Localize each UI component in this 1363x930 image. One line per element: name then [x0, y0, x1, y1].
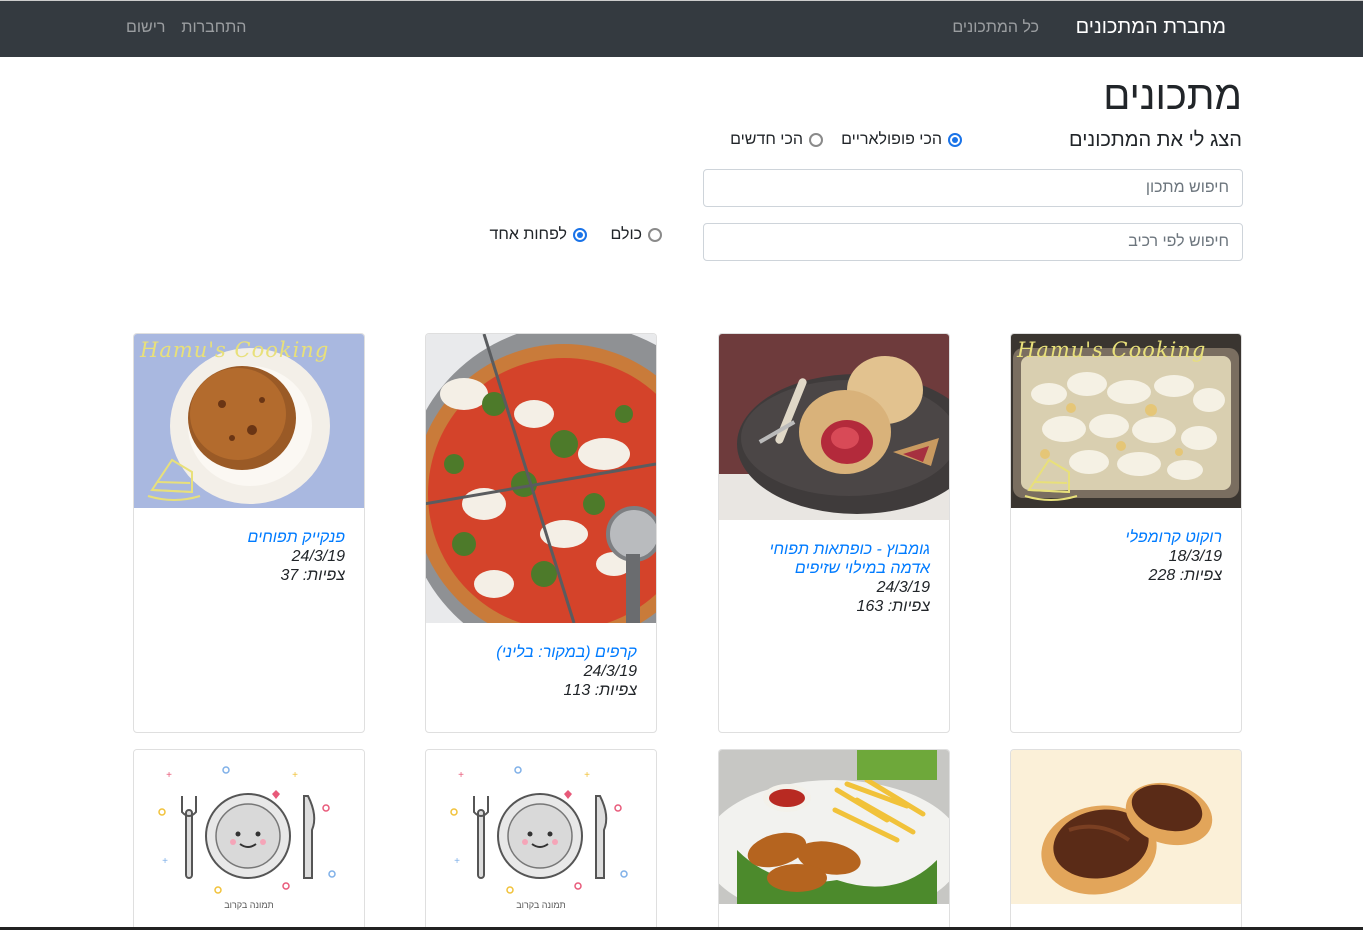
match-any-label: לפחות אחד [489, 226, 567, 243]
auth-links: רישום התחברות [126, 19, 246, 37]
recipe-card-body: גומבוץ - כופתאות תפוחי אדמה במילוי שזיפי… [719, 520, 949, 616]
recipe-card[interactable]: Hamu's Cooking פנקייק תפוחים 24/3/19 צפי… [133, 333, 365, 733]
sort-newest-radio[interactable]: הכי חדשים [730, 131, 823, 149]
recipe-card[interactable]: גומבוץ - כופתאות תפוחי אדמה במילוי שזיפי… [718, 333, 950, 733]
recipe-views: צפיות: 228 [1030, 566, 1222, 585]
recipe-date: 24/3/19 [876, 579, 930, 596]
recipe-card-body: רוקוט קרומפלי 18/3/19 צפיות: 228 [1011, 508, 1241, 585]
radio-unselected-icon[interactable] [809, 133, 823, 147]
recipe-card-body: פנקייק תפוחים 24/3/19 צפיות: 37 [134, 508, 364, 585]
nav-login[interactable]: התחברות [181, 19, 246, 37]
recipe-card[interactable]: + + + תמונה בקרוב [133, 749, 365, 930]
views-label: צפיות: [594, 682, 637, 699]
recipe-card[interactable]: + + + תמונה בקרוב [425, 749, 657, 930]
recipe-card-body: קרפים (במקור: בליני) 24/3/19 צפיות: 113 [426, 623, 656, 700]
views-label: צפיות: [1179, 567, 1222, 584]
radio-selected-icon[interactable] [573, 228, 587, 242]
svg-text:+: + [162, 856, 168, 867]
views-count: 37 [280, 567, 299, 584]
match-all-label: כולם [610, 226, 642, 243]
recipe-card[interactable] [1010, 749, 1242, 930]
brand-link[interactable]: מחברת המתכונים [1076, 16, 1226, 39]
nav-register[interactable]: רישום [126, 19, 165, 37]
recipe-image-apple-pancake[interactable]: Hamu's Cooking [134, 334, 364, 508]
cake-slice-icon [1024, 458, 1078, 501]
views-label: צפיות: [302, 567, 345, 584]
sort-popular-label: הכי פופולאריים [841, 131, 942, 148]
svg-text:+: + [454, 856, 460, 867]
top-navbar: מחברת המתכונים כל המתכונים רישום התחברות [0, 0, 1363, 57]
cake-slice-icon [147, 458, 201, 501]
svg-text:+: + [458, 770, 464, 781]
radio-selected-icon[interactable] [948, 133, 962, 147]
recipe-date: 24/3/19 [583, 663, 637, 680]
views-count: 163 [856, 598, 884, 615]
recipe-title-link[interactable]: רוקוט קרומפלי [1030, 528, 1222, 547]
recipe-views: צפיות: 163 [738, 597, 930, 616]
recipe-image-placeholder[interactable]: + + + תמונה בקרוב [426, 750, 656, 928]
views-label: צפיות: [887, 598, 930, 615]
match-all-radio[interactable]: כולם [610, 226, 662, 244]
recipe-date: 18/3/19 [1168, 548, 1222, 565]
match-any-radio[interactable]: לפחות אחד [489, 226, 587, 244]
svg-text:+: + [166, 770, 172, 781]
recipe-date: 24/3/19 [291, 548, 345, 565]
page-title: מתכונים [1103, 74, 1242, 118]
recipe-image-schnitzel-fries[interactable] [719, 750, 949, 904]
recipe-card[interactable] [718, 749, 950, 930]
recipe-image-pizza[interactable] [426, 334, 656, 623]
image-coming-soon-caption: תמונה בקרוב [224, 900, 274, 910]
recipe-image-placeholder[interactable]: + + + תמונה בקרוב [134, 750, 364, 928]
sort-popular-radio[interactable]: הכי פופולאריים [841, 131, 962, 149]
recipe-title-link[interactable]: גומבוץ - כופתאות תפוחי אדמה במילוי שזיפי… [738, 540, 930, 578]
watermark-text: Hamu's Cooking [1017, 338, 1207, 362]
nav-all-recipes[interactable]: כל המתכונים [952, 19, 1039, 37]
recipe-card[interactable]: Hamu's Cooking רוקוט קרומפלי 18/3/19 צפי… [1010, 333, 1242, 733]
recipe-image-plum-dumplings[interactable] [719, 334, 949, 520]
svg-text:+: + [584, 770, 590, 781]
recipe-image-potato-casserole[interactable]: Hamu's Cooking [1011, 334, 1241, 508]
recipe-views: צפיות: 37 [153, 566, 345, 585]
recipe-views: צפיות: 113 [445, 681, 637, 700]
views-count: 228 [1148, 567, 1176, 584]
sort-label: הצג לי את המתכונים [1069, 129, 1242, 151]
sort-newest-label: הכי חדשים [730, 131, 803, 148]
watermark-text: Hamu's Cooking [140, 338, 330, 362]
recipe-image-chocolate-toast[interactable] [1011, 750, 1241, 904]
radio-unselected-icon[interactable] [648, 228, 662, 242]
recipe-title-link[interactable]: קרפים (במקור: בליני) [445, 643, 637, 662]
search-recipe-input[interactable] [703, 169, 1243, 207]
svg-text:+: + [292, 770, 298, 781]
recipe-title-link[interactable]: פנקייק תפוחים [153, 528, 345, 547]
views-count: 113 [563, 682, 591, 699]
image-coming-soon-caption: תמונה בקרוב [516, 900, 566, 910]
search-ingredient-input[interactable] [703, 223, 1243, 261]
recipe-card[interactable]: קרפים (במקור: בליני) 24/3/19 צפיות: 113 [425, 333, 657, 733]
